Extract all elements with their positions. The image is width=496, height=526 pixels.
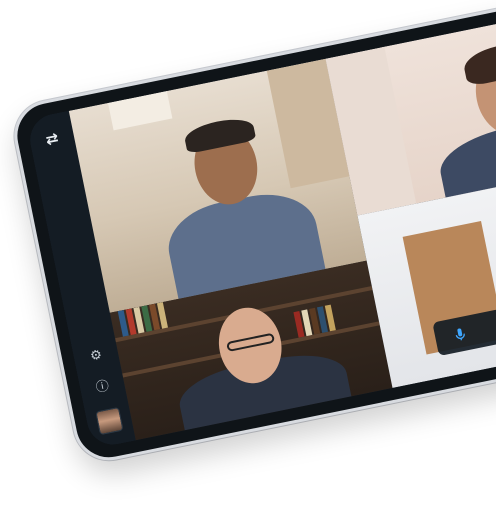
video-call-screen: ⇄ ⚙ ⓘ (25, 0, 496, 449)
ceiling-light (108, 90, 173, 131)
illustration-stage: ⇄ ⚙ ⓘ (0, 0, 496, 526)
info-icon[interactable]: ⓘ (92, 376, 113, 397)
tablet-device: ⇄ ⚙ ⓘ (8, 0, 496, 467)
swap-arrows-icon[interactable]: ⇄ (39, 127, 65, 153)
participant-2-hair (461, 38, 496, 87)
video-tile-2[interactable] (325, 0, 496, 216)
gear-icon[interactable]: ⚙ (85, 345, 106, 366)
microphone-icon[interactable] (446, 320, 474, 348)
user-avatar[interactable] (95, 406, 124, 436)
